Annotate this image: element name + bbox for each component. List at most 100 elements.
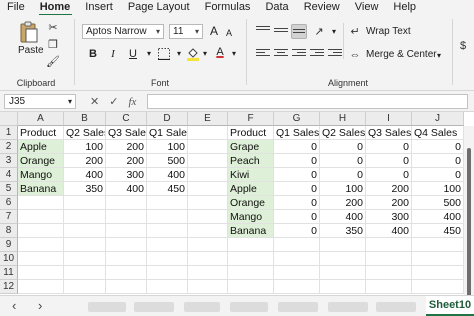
grid-cell[interactable] [64,252,106,266]
spreadsheet-grid[interactable]: A B C D E F G H I J 1 2 3 4 5 6 7 8 9 10 11 12 Product Q2 Sales… [0,112,474,295]
column-header-b[interactable]: B [64,112,106,126]
chevron-down-icon[interactable]: ▾ [432,49,446,63]
select-all-corner[interactable] [0,112,18,126]
increase-indent-icon[interactable] [328,49,342,61]
chevron-down-icon[interactable]: ▾ [142,47,156,61]
grid-cell[interactable] [18,266,64,280]
grid-cell[interactable] [147,196,188,210]
menu-insert[interactable]: Insert [78,0,121,15]
grid-cell[interactable] [188,182,228,196]
grid-cell[interactable] [412,266,464,280]
grid-cell[interactable] [188,266,228,280]
chevron-down-icon[interactable]: ▾ [227,47,241,61]
product-cell[interactable]: Peach [228,154,274,168]
header-cell[interactable]: Product [18,126,64,140]
column-header-e[interactable]: E [188,112,228,126]
grid-cell[interactable] [412,280,464,294]
data-cell[interactable]: 200 [366,182,412,196]
grid-cell[interactable] [106,210,147,224]
font-size-select[interactable]: 11 ▾ [169,24,203,39]
grid-cell[interactable] [106,224,147,238]
orientation-icon[interactable]: ↗ [312,24,326,38]
grid-cell[interactable] [188,252,228,266]
align-middle-icon[interactable] [274,28,288,40]
sheet-tab-obscured[interactable] [278,302,318,312]
grid-cell[interactable] [366,238,412,252]
grid-cell[interactable] [64,280,106,294]
data-cell[interactable]: 200 [64,154,106,168]
column-header-a[interactable]: A [18,112,64,126]
cut-icon[interactable]: ✂ [46,20,60,34]
column-header-f[interactable]: F [228,112,274,126]
grid-cell[interactable] [320,280,366,294]
decrease-indent-icon[interactable] [310,49,324,61]
data-cell[interactable]: 350 [320,224,366,238]
grid-cell[interactable] [64,224,106,238]
menu-file[interactable]: File [0,0,33,15]
data-cell[interactable]: 0 [320,168,366,182]
header-cell[interactable]: Q3 Sales [366,126,412,140]
chevron-right-icon[interactable]: › [38,298,42,314]
merge-center-button[interactable]: Merge & Center [366,49,437,60]
grid-cell[interactable] [188,196,228,210]
align-right-icon[interactable] [292,49,306,61]
product-cell[interactable]: Apple [18,140,64,154]
data-cell[interactable]: 0 [274,196,320,210]
product-cell[interactable]: Kiwi [228,168,274,182]
data-cell[interactable]: 350 [64,182,106,196]
grid-cell[interactable] [64,238,106,252]
data-cell[interactable]: 100 [320,182,366,196]
grid-cell[interactable] [18,196,64,210]
data-cell[interactable]: 450 [147,182,188,196]
grid-cell[interactable] [18,224,64,238]
data-cell[interactable]: 400 [320,210,366,224]
column-header-h[interactable]: H [320,112,366,126]
grid-cell[interactable] [106,196,147,210]
menu-review[interactable]: Review [297,0,348,15]
formula-input[interactable] [147,94,468,109]
sheet-tab-obscured[interactable] [184,302,220,312]
grid-cell[interactable] [106,266,147,280]
row-header-1[interactable]: 1 [0,126,18,140]
data-cell[interactable]: 0 [320,154,366,168]
grid-cell[interactable] [228,252,274,266]
data-cell[interactable]: 0 [274,168,320,182]
data-cell[interactable]: 0 [366,154,412,168]
grid-cell[interactable] [64,196,106,210]
name-box[interactable]: J35 ▾ [4,94,76,109]
grid-cell[interactable] [188,224,228,238]
data-cell[interactable]: 0 [274,210,320,224]
menu-page-layout[interactable]: Page Layout [121,0,198,15]
grid-cell[interactable] [320,266,366,280]
grid-cell[interactable] [366,280,412,294]
merge-center-icon[interactable]: ⇔ [348,48,362,62]
number-format-icon[interactable]: $ [456,39,470,53]
grid-cell[interactable] [64,210,106,224]
grid-cell[interactable] [188,154,228,168]
bold-button[interactable]: B [86,47,100,61]
wrap-text-icon[interactable]: ↵ [348,24,362,38]
grid-cell[interactable] [147,238,188,252]
data-cell[interactable]: 400 [366,224,412,238]
chevron-down-icon[interactable]: ▾ [327,25,341,39]
grid-cell[interactable] [274,252,320,266]
grid-cell[interactable] [147,252,188,266]
data-cell[interactable]: 100 [64,140,106,154]
row-header-7[interactable]: 7 [0,210,18,224]
data-cell[interactable]: 400 [412,210,464,224]
grid-cell[interactable] [147,266,188,280]
data-cell[interactable]: 0 [320,140,366,154]
vertical-scrollbar[interactable] [464,126,474,295]
menu-view[interactable]: View [348,0,387,15]
row-header-8[interactable]: 8 [0,224,18,238]
row-header-12[interactable]: 12 [0,280,18,294]
column-header-c[interactable]: C [106,112,147,126]
data-cell[interactable]: 200 [366,196,412,210]
row-header-5[interactable]: 5 [0,182,18,196]
header-cell[interactable]: Q4 Sales [412,126,464,140]
align-center-icon[interactable] [274,49,288,61]
insert-function-icon[interactable]: fx [128,96,136,108]
cancel-icon[interactable]: ✕ [90,95,99,108]
data-cell[interactable]: 300 [106,168,147,182]
grid-cell[interactable] [147,280,188,294]
